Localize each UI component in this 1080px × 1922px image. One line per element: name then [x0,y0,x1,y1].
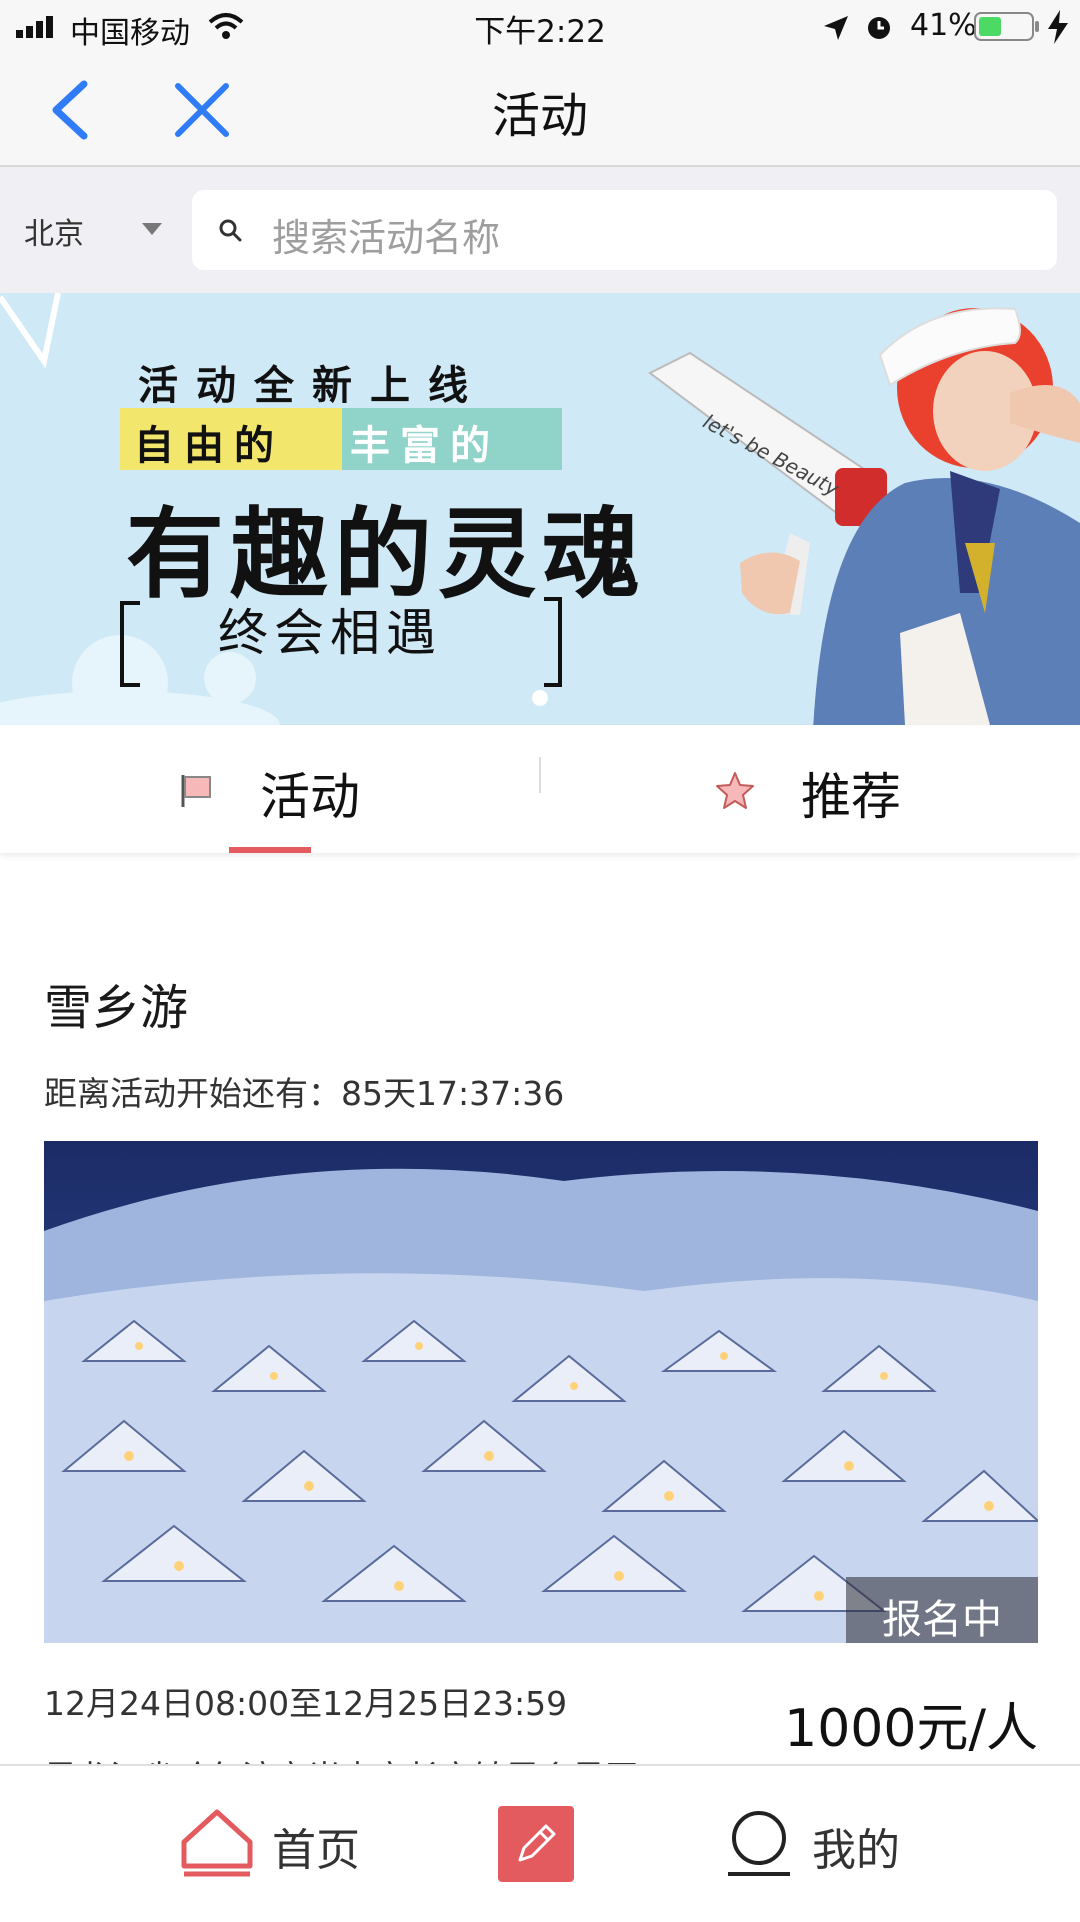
user-profile-icon [728,1811,790,1876]
publish-button[interactable] [498,1806,574,1882]
event-image[interactable]: 报名中 [44,1141,1038,1643]
dropdown-caret-icon [142,223,162,235]
carousel-dot-active[interactable] [532,690,548,706]
alarm-icon [868,17,890,39]
city-selector[interactable]: 北京 [0,167,180,293]
location-arrow-icon [824,16,848,40]
status-badge: 报名中 [846,1577,1038,1643]
home-icon [181,1809,253,1877]
tab-activities[interactable]: 活动 [0,725,539,853]
status-bar: 中国移动 下午2:22 41% [0,0,1080,54]
battery-icon [974,12,1039,41]
event-title: 雪乡游 [44,980,189,1036]
city-label: 北京 [24,217,84,252]
banner-tag1: 自由的 [134,423,284,469]
bottom-tab-bar: 首页 我的 [0,1764,1080,1922]
banner-subline: 终会相遇 [218,604,442,662]
bottom-tab-me[interactable]: 我的 [720,1766,940,1922]
snow-village-image [44,1141,1038,1643]
star-icon [716,772,754,809]
event-countdown: 距离活动开始还有：85天17:37:36 [44,1074,565,1113]
bottom-tab-me-label: 我的 [812,1825,900,1876]
banner-line1: 活动全新上线 [138,363,486,409]
flag-icon [181,775,211,807]
charging-bolt-icon [1048,10,1068,44]
banner-tag2: 丰富的 [350,423,500,469]
page-title: 活动 [491,88,588,144]
battery-percent: 41% [910,8,977,43]
event-date-range: 12月24日08:00至12月25日23:59 [44,1684,568,1723]
status-badge-label: 报名中 [882,1597,1002,1643]
edit-pencil-icon [518,1824,556,1862]
navigation-bar: 活动 [0,54,1080,167]
event-price: 1000元/人 [784,1699,1038,1759]
bottom-tab-home[interactable]: 首页 [170,1766,390,1922]
tab-recommended[interactable]: 推荐 [541,725,1080,853]
tab-recommended-label: 推荐 [801,768,901,826]
search-placeholder: 搜索活动名称 [272,216,501,260]
search-row: 北京 搜索活动名称 [0,167,1080,293]
search-input[interactable]: 搜索活动名称 [192,190,1057,270]
tab-bar: 活动 推荐 [0,725,1080,853]
tab-activities-label: 活动 [260,768,360,826]
bottom-tab-home-label: 首页 [272,1825,360,1876]
promo-banner[interactable]: 活动全新上线 自由的 丰富的 有趣的灵魂 终会相遇 let's be Beaut… [0,293,1080,725]
search-icon [219,219,242,242]
